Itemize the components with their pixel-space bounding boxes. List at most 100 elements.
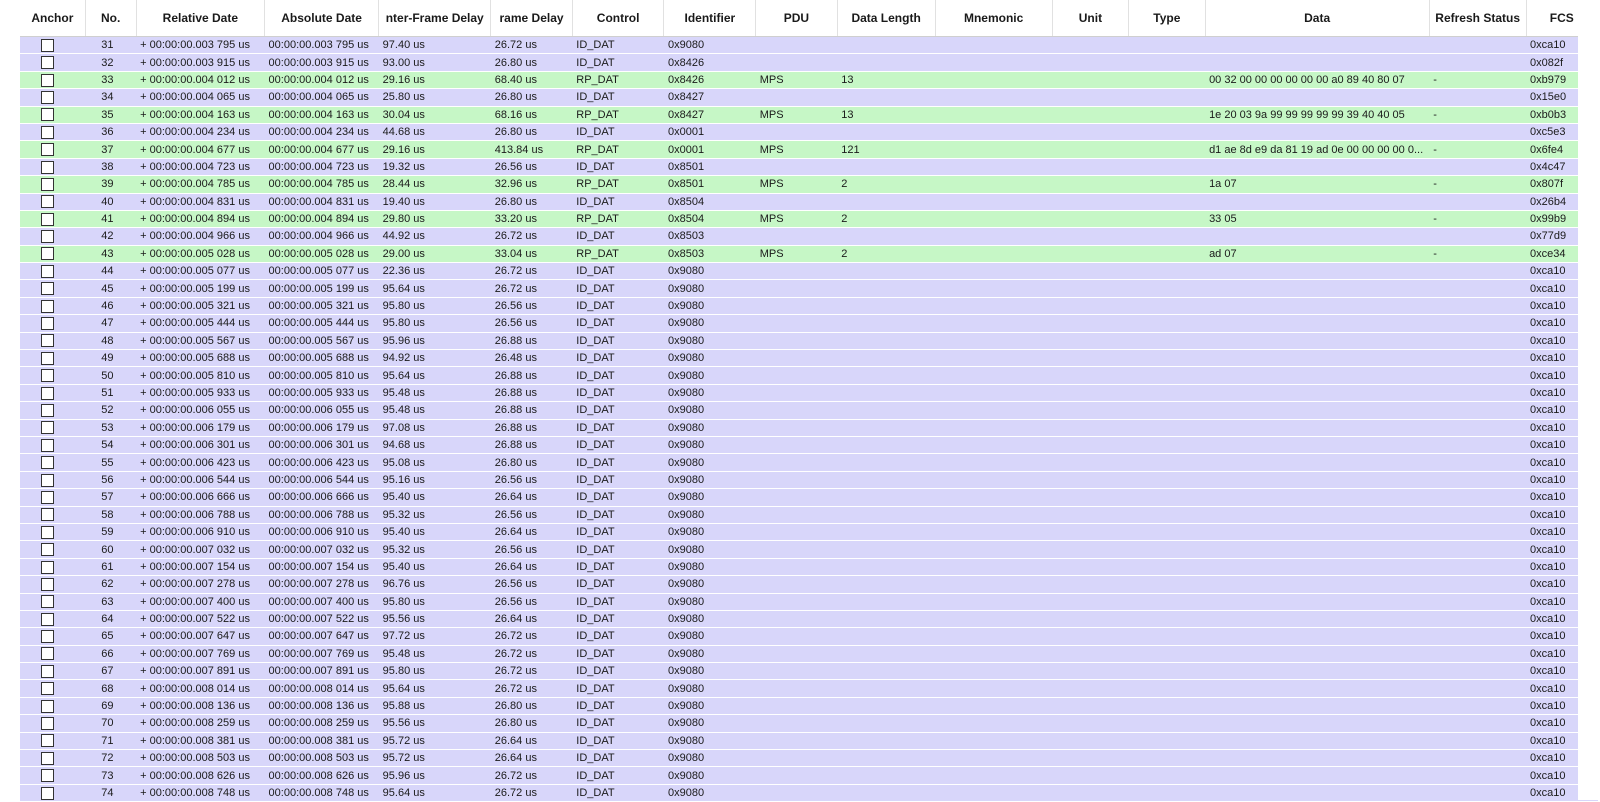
anchor-checkbox-icon[interactable] [41, 90, 55, 104]
anchor-checkbox-icon[interactable] [41, 595, 55, 609]
table-row[interactable]: 45 + 00:00:00.005 199 us 00:00:00.005 199 … [20, 279, 1598, 298]
anchor-checkbox-icon[interactable] [41, 664, 55, 678]
table-row[interactable]: 68 + 00:00:00.008 014 us 00:00:00.008 014 … [20, 679, 1598, 698]
table-row[interactable]: 53 + 00:00:00.006 179 us 00:00:00.006 179 … [20, 419, 1598, 437]
table-row[interactable]: 62 + 00:00:00.007 278 us 00:00:00.007 278 … [20, 575, 1598, 594]
anchor-checkbox-icon[interactable] [41, 282, 55, 296]
anchor-checkbox-icon[interactable] [41, 38, 55, 52]
table-row[interactable]: 74 + 00:00:00.008 748 us 00:00:00.008 748 … [20, 784, 1598, 802]
table-row[interactable]: 65 + 00:00:00.007 647 us 00:00:00.007 647 … [20, 627, 1598, 646]
anchor-checkbox-icon[interactable] [41, 421, 55, 435]
table-row[interactable]: 64 + 00:00:00.007 522 us 00:00:00.007 522 … [20, 610, 1598, 629]
table-row[interactable]: 44 + 00:00:00.005 077 us 00:00:00.005 077 … [20, 262, 1598, 281]
anchor-checkbox-icon[interactable] [41, 247, 55, 261]
anchor-checkbox-icon[interactable] [41, 456, 55, 470]
anchor-checkbox-icon[interactable] [41, 230, 55, 244]
anchor-checkbox-icon[interactable] [41, 351, 55, 365]
table-row[interactable]: 59 + 00:00:00.006 910 us 00:00:00.006 910 … [20, 523, 1598, 542]
column-header-pdu[interactable]: PDU [755, 0, 838, 37]
anchor-checkbox-icon[interactable] [41, 143, 55, 157]
table-row[interactable]: 72 + 00:00:00.008 503 us 00:00:00.008 503 … [20, 749, 1598, 768]
table-row[interactable]: 39 + 00:00:00.004 785 us 00:00:00.004 785 … [20, 175, 1598, 194]
anchor-checkbox-icon[interactable] [41, 769, 55, 783]
column-header-identifier[interactable]: Identifier [663, 0, 757, 37]
anchor-checkbox-icon[interactable] [41, 264, 55, 278]
column-header-control[interactable]: Control [572, 0, 665, 37]
table-row[interactable]: 67 + 00:00:00.007 891 us 00:00:00.007 891 … [20, 662, 1598, 681]
column-header-anchor[interactable]: Anchor [20, 0, 86, 37]
table-row[interactable]: 63 + 00:00:00.007 400 us 00:00:00.007 400 … [20, 593, 1598, 611]
table-row[interactable]: 56 + 00:00:00.006 544 us 00:00:00.006 544 … [20, 471, 1598, 490]
column-header-absolute-date[interactable]: Absolute Date [264, 0, 380, 37]
anchor-checkbox-icon[interactable] [41, 612, 55, 626]
table-row[interactable]: 46 + 00:00:00.005 321 us 00:00:00.005 321 … [20, 297, 1598, 316]
anchor-checkbox-icon[interactable] [41, 125, 55, 139]
table-row[interactable]: 70 + 00:00:00.008 259 us 00:00:00.008 259 … [20, 714, 1598, 733]
anchor-checkbox-icon[interactable] [41, 525, 55, 539]
anchor-checkbox-icon[interactable] [41, 560, 55, 574]
table-row[interactable]: 33 + 00:00:00.004 012 us 00:00:00.004 012 … [20, 71, 1598, 90]
column-header-data-length[interactable]: Data Length [837, 0, 936, 37]
table-row[interactable]: 55 + 00:00:00.006 423 us 00:00:00.006 423 … [20, 453, 1598, 472]
column-header-no[interactable]: No. [85, 0, 137, 37]
table-row[interactable]: 73 + 00:00:00.008 626 us 00:00:00.008 626 … [20, 766, 1598, 785]
column-header-relative-date[interactable]: Relative Date [136, 0, 266, 37]
table-row[interactable]: 37 + 00:00:00.004 677 us 00:00:00.004 677 … [20, 140, 1598, 159]
table-row[interactable]: 51 + 00:00:00.005 933 us 00:00:00.005 933 … [20, 384, 1598, 403]
table-row[interactable]: 38 + 00:00:00.004 723 us 00:00:00.004 723 … [20, 158, 1598, 177]
anchor-checkbox-icon[interactable] [41, 630, 55, 644]
table-row[interactable]: 43 + 00:00:00.005 028 us 00:00:00.005 028 … [20, 245, 1598, 264]
anchor-checkbox-icon[interactable] [41, 108, 55, 122]
anchor-checkbox-icon[interactable] [41, 717, 55, 731]
table-row[interactable]: 48 + 00:00:00.005 567 us 00:00:00.005 567 … [20, 332, 1598, 351]
anchor-checkbox-icon[interactable] [41, 682, 55, 696]
table-row[interactable]: 36 + 00:00:00.004 234 us 00:00:00.004 234 … [20, 123, 1598, 142]
anchor-checkbox-icon[interactable] [41, 543, 55, 557]
column-header-mnemonic[interactable]: Mnemonic [935, 0, 1053, 37]
anchor-checkbox-icon[interactable] [41, 212, 55, 226]
table-row[interactable]: 66 + 00:00:00.007 769 us 00:00:00.007 769 … [20, 645, 1598, 664]
anchor-checkbox-icon[interactable] [41, 786, 55, 800]
anchor-checkbox-icon[interactable] [41, 73, 55, 87]
anchor-checkbox-icon[interactable] [41, 751, 55, 765]
anchor-checkbox-icon[interactable] [41, 334, 55, 348]
table-row[interactable]: 42 + 00:00:00.004 966 us 00:00:00.004 966 … [20, 227, 1598, 246]
table-row[interactable]: 60 + 00:00:00.007 032 us 00:00:00.007 032 … [20, 540, 1598, 559]
table-row[interactable]: 69 + 00:00:00.008 136 us 00:00:00.008 136 … [20, 697, 1598, 716]
table-row[interactable]: 57 + 00:00:00.006 666 us 00:00:00.006 666 … [20, 488, 1598, 507]
anchor-checkbox-icon[interactable] [41, 577, 55, 591]
table-row[interactable]: 50 + 00:00:00.005 810 us 00:00:00.005 810 … [20, 366, 1598, 385]
table-row[interactable]: 40 + 00:00:00.004 831 us 00:00:00.004 831 … [20, 193, 1598, 211]
table-row[interactable]: 34 + 00:00:00.004 065 us 00:00:00.004 065 … [20, 88, 1598, 107]
table-row[interactable]: 52 + 00:00:00.006 055 us 00:00:00.006 055 … [20, 401, 1598, 420]
anchor-checkbox-icon[interactable] [41, 699, 55, 713]
table-row[interactable]: 54 + 00:00:00.006 301 us 00:00:00.006 301 … [20, 436, 1598, 455]
anchor-checkbox-icon[interactable] [41, 369, 55, 383]
anchor-checkbox-icon[interactable] [41, 195, 55, 209]
column-header-data[interactable]: Data [1205, 0, 1430, 37]
anchor-checkbox-icon[interactable] [41, 734, 55, 748]
table-row[interactable]: 35 + 00:00:00.004 163 us 00:00:00.004 163 … [20, 106, 1598, 124]
anchor-checkbox-icon[interactable] [41, 177, 55, 191]
table-row[interactable]: 32 + 00:00:00.003 915 us 00:00:00.003 915 … [20, 53, 1598, 72]
column-header-frame-delay[interactable]: rame Delay [490, 0, 573, 37]
column-header-unit[interactable]: Unit [1052, 0, 1130, 37]
anchor-checkbox-icon[interactable] [41, 403, 55, 417]
table-row[interactable]: 47 + 00:00:00.005 444 us 00:00:00.005 444 … [20, 314, 1598, 333]
anchor-checkbox-icon[interactable] [41, 56, 55, 70]
anchor-checkbox-icon[interactable] [41, 490, 55, 504]
anchor-checkbox-icon[interactable] [41, 647, 55, 661]
anchor-checkbox-icon[interactable] [41, 299, 55, 313]
table-row[interactable]: 61 + 00:00:00.007 154 us 00:00:00.007 154 … [20, 558, 1598, 577]
column-header-inter-frame-delay[interactable]: nter-Frame Delay [378, 0, 492, 37]
anchor-checkbox-icon[interactable] [41, 438, 55, 452]
table-row[interactable]: 71 + 00:00:00.008 381 us 00:00:00.008 381 … [20, 732, 1598, 751]
table-row[interactable]: 49 + 00:00:00.005 688 us 00:00:00.005 688 … [20, 349, 1598, 368]
column-header-type[interactable]: Type [1128, 0, 1206, 37]
anchor-checkbox-icon[interactable] [41, 508, 55, 522]
anchor-checkbox-icon[interactable] [41, 473, 55, 487]
anchor-checkbox-icon[interactable] [41, 317, 55, 331]
column-header-refresh-status[interactable]: Refresh Status [1429, 0, 1527, 37]
table-row[interactable]: 31 + 00:00:00.003 795 us 00:00:00.003 795 … [20, 36, 1598, 55]
anchor-checkbox-icon[interactable] [41, 160, 55, 174]
